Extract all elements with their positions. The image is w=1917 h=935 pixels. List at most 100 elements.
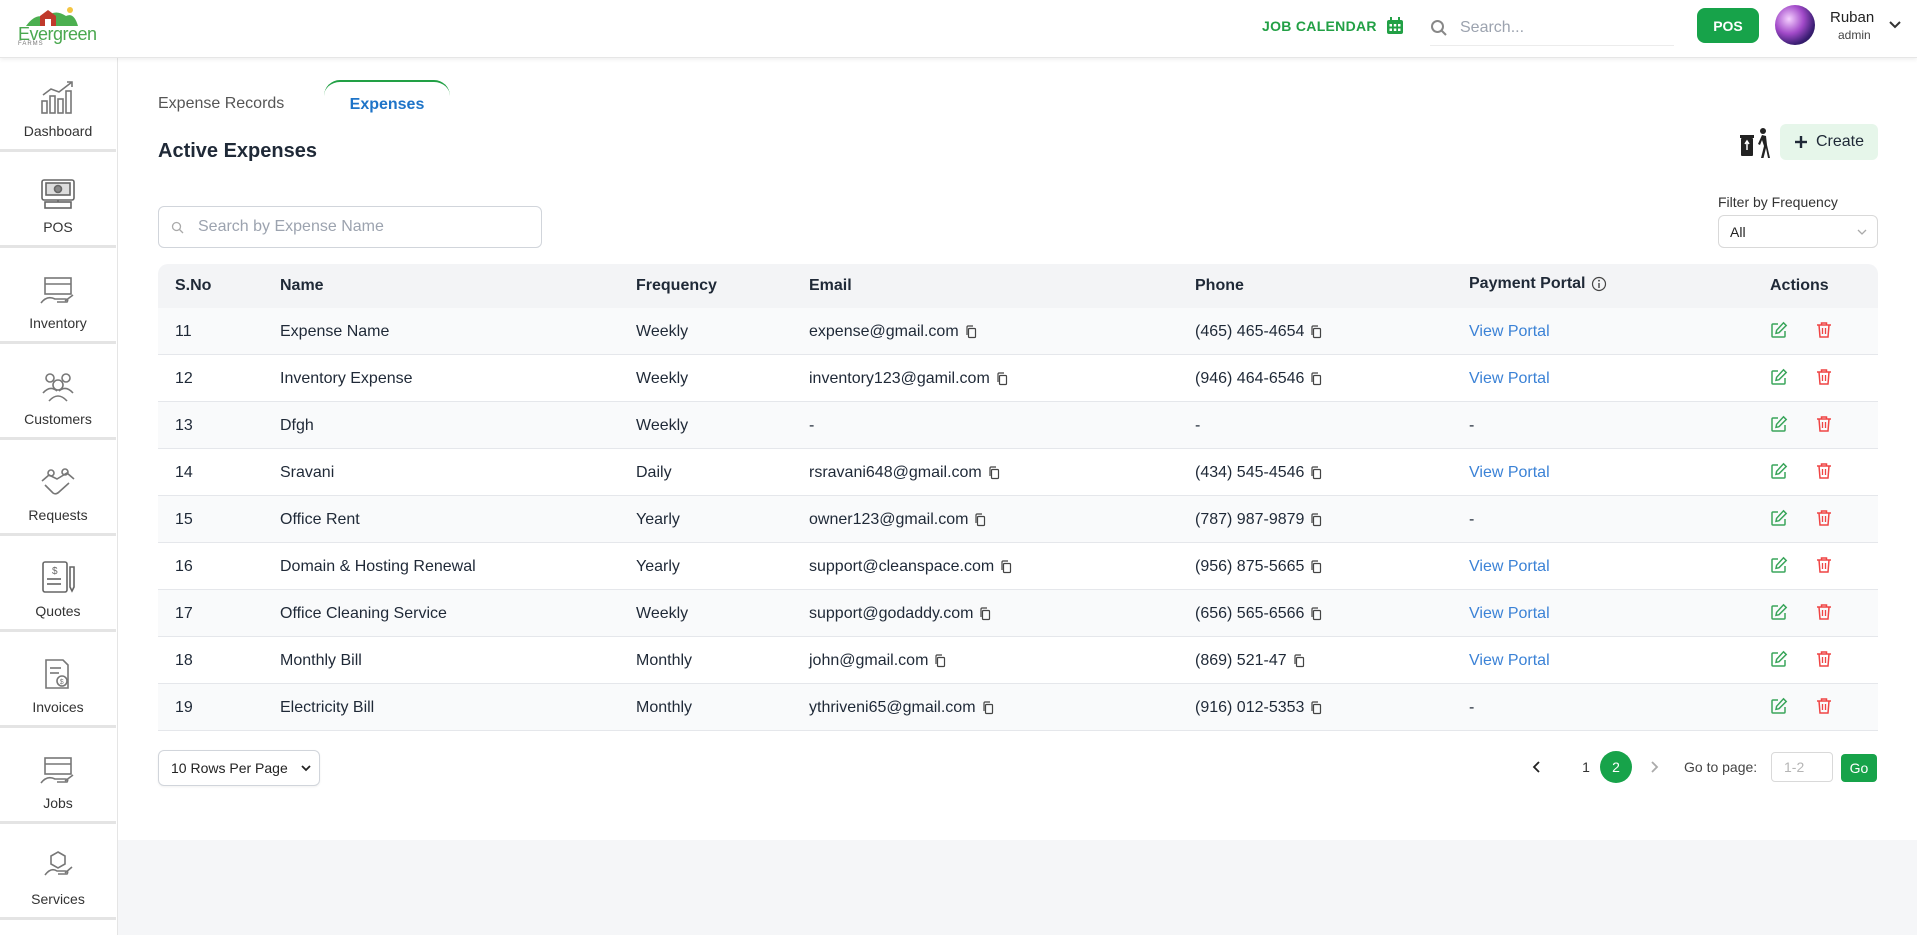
sidebar-item-quotes[interactable]: $ Quotes xyxy=(0,538,116,632)
goto-page-label: Go to page: xyxy=(1684,759,1758,775)
goto-page-input[interactable] xyxy=(1771,752,1833,782)
cell-email: - xyxy=(809,417,814,435)
brand-logo[interactable]: Evergreen FARMS xyxy=(16,4,97,50)
sidebar-item-requests[interactable]: Requests xyxy=(0,442,116,536)
copy-icon[interactable] xyxy=(1310,701,1322,715)
delete-button[interactable] xyxy=(1816,603,1832,621)
delete-button[interactable] xyxy=(1816,697,1832,715)
delete-button[interactable] xyxy=(1816,509,1832,527)
sidebar-item-jobs[interactable]: Jobs xyxy=(0,730,116,824)
job-calendar-link[interactable]: JOB CALENDAR xyxy=(1262,16,1405,36)
edit-icon xyxy=(1771,321,1788,338)
edit-button[interactable] xyxy=(1770,415,1788,433)
delete-button[interactable] xyxy=(1816,321,1832,339)
edit-button[interactable] xyxy=(1770,603,1788,621)
phone-text: (869) 521-47 xyxy=(1195,652,1287,669)
page-1-button[interactable]: 1 xyxy=(1571,751,1601,783)
cell-payment-portal[interactable]: View Portal xyxy=(1469,323,1550,341)
delete-button[interactable] xyxy=(1816,415,1832,433)
next-page-icon[interactable] xyxy=(1649,760,1659,774)
edit-button[interactable] xyxy=(1770,650,1788,668)
delete-button[interactable] xyxy=(1816,368,1832,386)
cell-sno: 13 xyxy=(175,417,193,434)
go-button[interactable]: Go xyxy=(1841,754,1877,782)
sidebar-item-inventory[interactable]: Inventory xyxy=(0,250,116,344)
cell-phone: (434) 545-4546 xyxy=(1195,464,1322,482)
cell-payment-portal[interactable]: View Portal xyxy=(1469,605,1550,623)
sidebar-item-invoices[interactable]: $ Invoices xyxy=(0,634,116,728)
cell-sno: 18 xyxy=(175,652,193,669)
edit-button[interactable] xyxy=(1770,509,1788,527)
cell-sno: 15 xyxy=(175,511,193,528)
tab-expense-records[interactable]: Expense Records xyxy=(158,95,284,113)
copy-icon[interactable] xyxy=(979,607,991,621)
frequency-filter-select[interactable]: All xyxy=(1718,215,1878,248)
sidebar-item-customers[interactable]: Customers xyxy=(0,346,116,440)
edit-button[interactable] xyxy=(1770,556,1788,574)
cell-name: Office Rent xyxy=(280,511,360,528)
cell-frequency: Weekly xyxy=(636,370,689,387)
cell-actions xyxy=(1770,368,1854,386)
create-label: Create xyxy=(1815,133,1865,150)
delete-icon xyxy=(1817,322,1831,338)
cell-payment-portal[interactable]: View Portal xyxy=(1469,464,1550,482)
copy-icon[interactable] xyxy=(988,466,1000,480)
global-search-input[interactable] xyxy=(1460,18,1660,37)
copy-icon[interactable] xyxy=(1000,560,1012,574)
previous-page-icon[interactable] xyxy=(1532,760,1542,774)
copy-icon[interactable] xyxy=(1310,560,1322,574)
rows-per-page-select[interactable]: 10 Rows Per Page xyxy=(158,750,320,786)
copy-icon[interactable] xyxy=(1310,513,1322,527)
delete-button[interactable] xyxy=(1816,462,1832,480)
copy-icon[interactable] xyxy=(1310,325,1322,339)
delete-icon xyxy=(1817,557,1831,573)
copy-icon[interactable] xyxy=(965,325,977,339)
jobs-icon xyxy=(40,757,74,784)
sidebar-item-services[interactable]: Services xyxy=(0,826,116,920)
copy-icon[interactable] xyxy=(1310,466,1322,480)
recycle-bin-icon[interactable] xyxy=(1738,126,1772,160)
quotes-icon: $ xyxy=(42,561,75,593)
sidebar-item-pos[interactable]: POS xyxy=(0,154,116,248)
main-content: Expense Records Expenses Active Expenses… xyxy=(118,58,1917,840)
copy-icon[interactable] xyxy=(1310,372,1322,386)
copy-icon[interactable] xyxy=(996,372,1008,386)
info-icon[interactable] xyxy=(1591,276,1607,292)
sidebar-item-label: Requests xyxy=(28,507,88,523)
pos-button[interactable]: POS xyxy=(1697,8,1759,43)
cell-payment-portal[interactable]: View Portal xyxy=(1469,558,1550,576)
cell-frequency: Yearly xyxy=(636,511,680,528)
cell-name: Electricity Bill xyxy=(280,699,375,716)
tab-expenses[interactable]: Expenses xyxy=(324,80,450,118)
chevron-down-icon[interactable] xyxy=(1888,18,1902,32)
edit-button[interactable] xyxy=(1770,462,1788,480)
user-name: Ruban xyxy=(1830,9,1875,26)
copy-icon[interactable] xyxy=(1310,607,1322,621)
logo-subtext: FARMS xyxy=(18,41,44,47)
cell-payment-portal[interactable]: View Portal xyxy=(1469,652,1550,670)
copy-icon[interactable] xyxy=(934,654,946,668)
sidebar-item-label: Quotes xyxy=(35,603,81,619)
copy-icon[interactable] xyxy=(1293,654,1305,668)
page-2-button[interactable]: 2 xyxy=(1600,751,1632,783)
cell-email: inventory123@gamil.com xyxy=(809,370,1008,388)
phone-text: (787) 987-9879 xyxy=(1195,511,1305,528)
sidebar-item-label: Dashboard xyxy=(23,123,93,139)
cell-payment-portal[interactable]: View Portal xyxy=(1469,370,1550,388)
expense-search-input[interactable] xyxy=(198,218,528,236)
delete-button[interactable] xyxy=(1816,556,1832,574)
cell-actions xyxy=(1770,462,1854,480)
edit-button[interactable] xyxy=(1770,697,1788,715)
delete-button[interactable] xyxy=(1816,650,1832,668)
copy-icon[interactable] xyxy=(982,701,994,715)
column-header-frequency: Frequency xyxy=(636,277,717,294)
cell-sno: 11 xyxy=(175,323,192,340)
chevron-down-icon xyxy=(301,765,311,772)
rows-per-page-value: 10 Rows Per Page xyxy=(171,760,288,776)
avatar[interactable] xyxy=(1775,5,1815,45)
edit-button[interactable] xyxy=(1770,368,1788,386)
edit-button[interactable] xyxy=(1770,321,1788,339)
create-button[interactable]: Create xyxy=(1780,124,1878,160)
copy-icon[interactable] xyxy=(974,513,986,527)
sidebar-item-dashboard[interactable]: Dashboard xyxy=(0,58,116,152)
